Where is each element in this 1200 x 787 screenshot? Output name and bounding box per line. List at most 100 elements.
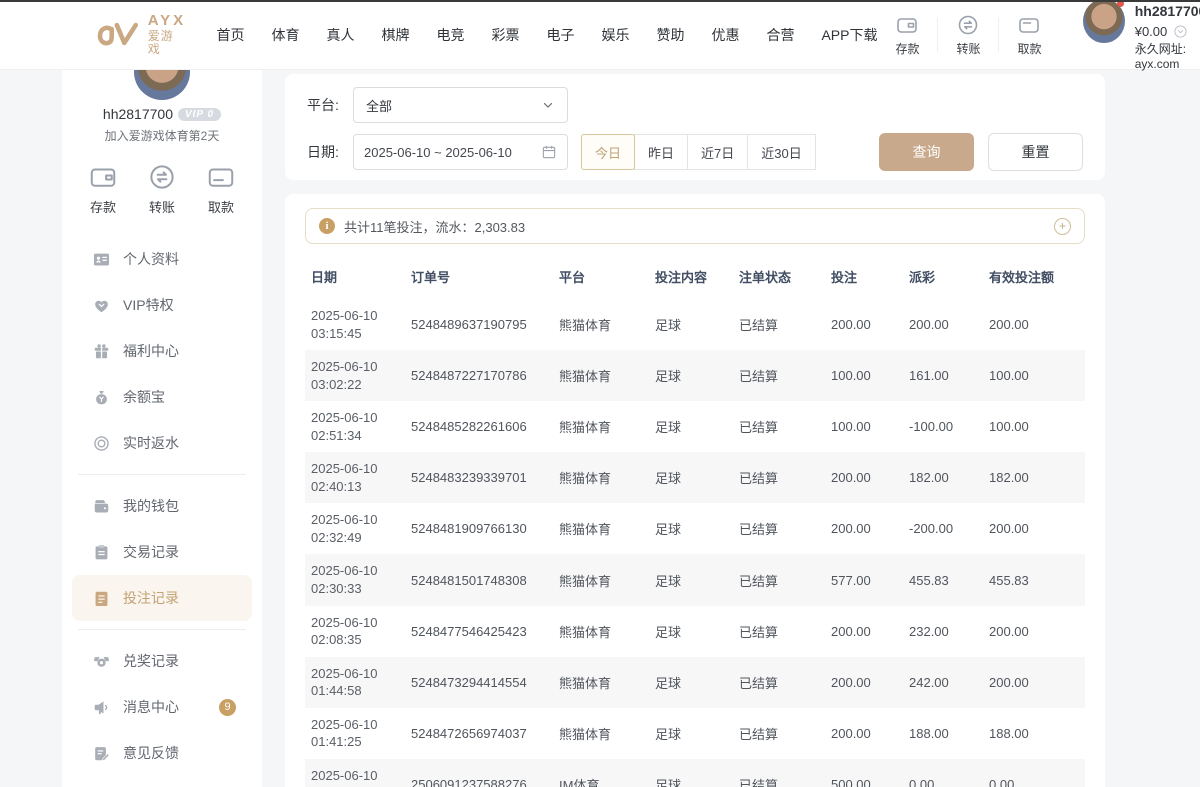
- sidebar-item-yuebao[interactable]: 余额宝: [72, 374, 252, 420]
- bet-records-table: 日期 订单号 平台 投注内容 注单状态 投注 派彩 有效投注额 2025-06-…: [305, 252, 1085, 787]
- sidebar-item-wallet[interactable]: 我的钱包: [72, 483, 252, 529]
- cell-content: 足球: [649, 299, 733, 350]
- sidebar-withdraw-button[interactable]: 取款: [206, 162, 236, 216]
- cell-platform: IM体育: [553, 759, 649, 787]
- cell-platform: 熊猫体育: [553, 657, 649, 708]
- cell-content: 足球: [649, 401, 733, 452]
- megaphone-icon: [92, 698, 111, 717]
- preset-today-button[interactable]: 今日: [581, 134, 635, 170]
- reset-button[interactable]: 重置: [988, 133, 1083, 171]
- user-info: hh2817700 VIP 0 ¥0.00 永久网址: ayx.com: [1135, 0, 1200, 71]
- header-withdraw-button[interactable]: 取款: [999, 13, 1059, 57]
- cell-status: 已结算: [733, 350, 825, 401]
- cell-valid: 200.00: [983, 606, 1085, 657]
- cell-date: 2025-06-1002:51:34: [305, 401, 405, 452]
- col-payout: 派彩: [903, 252, 983, 299]
- date-range-presets: 今日 昨日 近7日 近30日: [582, 134, 816, 170]
- divider: [78, 474, 246, 475]
- cell-platform: 熊猫体育: [553, 299, 649, 350]
- summary-bar: i 共计11笔投注，流水：2,303.83 +: [305, 208, 1085, 244]
- nav-app-download[interactable]: APP下载: [821, 25, 877, 45]
- sidebar-item-bet-records[interactable]: 投注记录: [72, 575, 252, 621]
- nav-partnership[interactable]: 合营: [766, 25, 794, 45]
- nav-entertainment[interactable]: 娱乐: [601, 25, 629, 45]
- sidebar-item-profile[interactable]: 个人资料: [72, 236, 252, 282]
- nav-slots[interactable]: 电子: [546, 25, 574, 45]
- date-range-input[interactable]: 2025-06-10 ~ 2025-06-10: [353, 134, 568, 170]
- deposit-icon: [895, 13, 919, 37]
- nav-esports[interactable]: 电竞: [436, 25, 464, 45]
- chevron-down-circle-icon[interactable]: [1173, 24, 1188, 39]
- wallet-icon: [92, 497, 111, 516]
- platform-select[interactable]: 全部: [353, 87, 568, 123]
- cell-date: 2025-06-1001:44:58: [305, 657, 405, 708]
- logo-mark-icon: [96, 20, 142, 50]
- header-transfer-button[interactable]: 转账: [938, 13, 998, 57]
- cell-order: 5248473294414554: [405, 657, 553, 708]
- preset-last30days-button[interactable]: 近30日: [747, 134, 815, 170]
- preset-yesterday-button[interactable]: 昨日: [634, 134, 688, 170]
- cell-status: 已结算: [733, 503, 825, 554]
- nav-home[interactable]: 首页: [216, 25, 244, 45]
- sidebar-deposit-button[interactable]: 存款: [88, 162, 118, 216]
- cell-platform: 熊猫体育: [553, 401, 649, 452]
- cell-payout: 455.83: [903, 554, 983, 605]
- sidebar-item-feedback[interactable]: 意见反馈: [72, 730, 252, 776]
- cell-valid: 200.00: [983, 657, 1085, 708]
- header-deposit-button[interactable]: 存款: [877, 13, 937, 57]
- permanent-url: 永久网址: ayx.com: [1135, 40, 1200, 71]
- cell-bet: 200.00: [825, 299, 903, 350]
- cell-status: 已结算: [733, 708, 825, 759]
- table-row: 2025-06-1003:15:45 5248489637190795 熊猫体育…: [305, 299, 1085, 350]
- cell-bet: 200.00: [825, 606, 903, 657]
- menu-label: 个人资料: [123, 249, 179, 269]
- menu-label: 意见反馈: [123, 743, 179, 763]
- sidebar-item-welfare[interactable]: 福利中心: [72, 328, 252, 374]
- query-button[interactable]: 查询: [879, 133, 974, 171]
- nav-sports[interactable]: 体育: [271, 25, 299, 45]
- sidebar-item-message-center[interactable]: 消息中心 9: [72, 684, 252, 730]
- money-bag-icon: [92, 388, 111, 407]
- expand-icon[interactable]: +: [1054, 218, 1071, 235]
- sidebar-item-rebate[interactable]: 实时返水: [72, 420, 252, 466]
- user-block[interactable]: hh2817700 VIP 0 ¥0.00 永久网址: ayx.com: [1083, 0, 1200, 71]
- cell-content: 足球: [649, 759, 733, 787]
- cell-content: 足球: [649, 452, 733, 503]
- nav-sponsorship[interactable]: 赞助: [656, 25, 684, 45]
- nav-lottery[interactable]: 彩票: [491, 25, 519, 45]
- sidebar: hh2817700 VIP 0 加入爱游戏体育第2天 存款 转账 取款 个人资料: [62, 70, 262, 787]
- menu-label: 我的钱包: [123, 496, 179, 516]
- cell-payout: 182.00: [903, 452, 983, 503]
- menu-label: 交易记录: [123, 542, 179, 562]
- info-icon: i: [319, 218, 335, 234]
- nav-board-games[interactable]: 棋牌: [381, 25, 409, 45]
- header-withdraw-label: 取款: [1017, 40, 1041, 57]
- cell-platform: 熊猫体育: [553, 350, 649, 401]
- nav-promotions[interactable]: 优惠: [711, 25, 739, 45]
- cell-status: 已结算: [733, 401, 825, 452]
- avatar[interactable]: [1083, 0, 1124, 43]
- cell-date: 2025-06-1003:15:45: [305, 299, 405, 350]
- vip-heart-icon: [92, 296, 111, 315]
- nav-live-casino[interactable]: 真人: [326, 25, 354, 45]
- cell-date: 2025-06-1000:37:57: [305, 759, 405, 787]
- page: AYX 爱游戏 首页 体育 真人 棋牌 电竞 彩票 电子 娱乐 赞助 优惠 合营…: [0, 0, 1200, 787]
- date-range-value: 2025-06-10 ~ 2025-06-10: [364, 145, 512, 160]
- cell-platform: 熊猫体育: [553, 452, 649, 503]
- cell-payout: 161.00: [903, 350, 983, 401]
- table-row: 2025-06-1003:02:22 5248487227170786 熊猫体育…: [305, 350, 1085, 401]
- sidebar-item-redeem-records[interactable]: 兑奖记录: [72, 638, 252, 684]
- sidebar-transfer-button[interactable]: 转账: [147, 162, 177, 216]
- sidebar-item-vip[interactable]: VIP特权: [72, 282, 252, 328]
- sidebar-item-transactions[interactable]: 交易记录: [72, 529, 252, 575]
- cell-date: 2025-06-1002:08:35: [305, 606, 405, 657]
- menu-label: 投注记录: [123, 588, 179, 608]
- header-quick-actions: 存款 转账 取款: [877, 13, 1059, 57]
- cell-content: 足球: [649, 657, 733, 708]
- preset-last7days-button[interactable]: 近7日: [687, 134, 748, 170]
- site-logo[interactable]: AYX 爱游戏: [96, 13, 186, 56]
- cell-payout: 188.00: [903, 708, 983, 759]
- platform-selected-value: 全部: [366, 96, 392, 115]
- id-card-icon: [92, 250, 111, 269]
- header-deposit-label: 存款: [895, 40, 919, 57]
